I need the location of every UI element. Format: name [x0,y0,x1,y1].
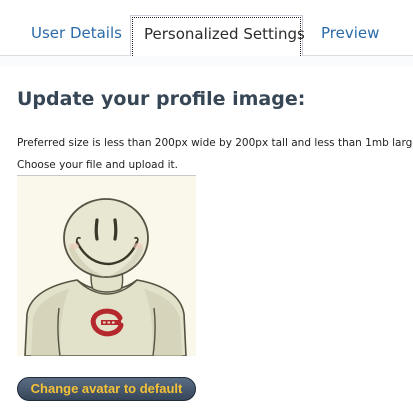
profile-image-preview [17,175,196,356]
default-avatar-icon [24,198,187,356]
change-avatar-default-button[interactable]: Change avatar to default [17,377,196,401]
tab-personalized-settings-label: Personalized Settings [144,25,305,43]
tab-bar-shade [0,56,413,66]
page-title: Update your profile image: [17,88,306,110]
tab-personalized-settings[interactable]: Personalized Settings [130,15,305,56]
tab-user-details[interactable]: User Details [31,24,122,42]
upload-instructions-text: Choose your file and upload it. [17,159,178,171]
size-requirements-text: Preferred size is less than 200px wide b… [17,137,413,149]
tab-bar: User Details Personalized Settings Previ… [0,0,413,66]
tab-preview[interactable]: Preview [321,24,379,42]
